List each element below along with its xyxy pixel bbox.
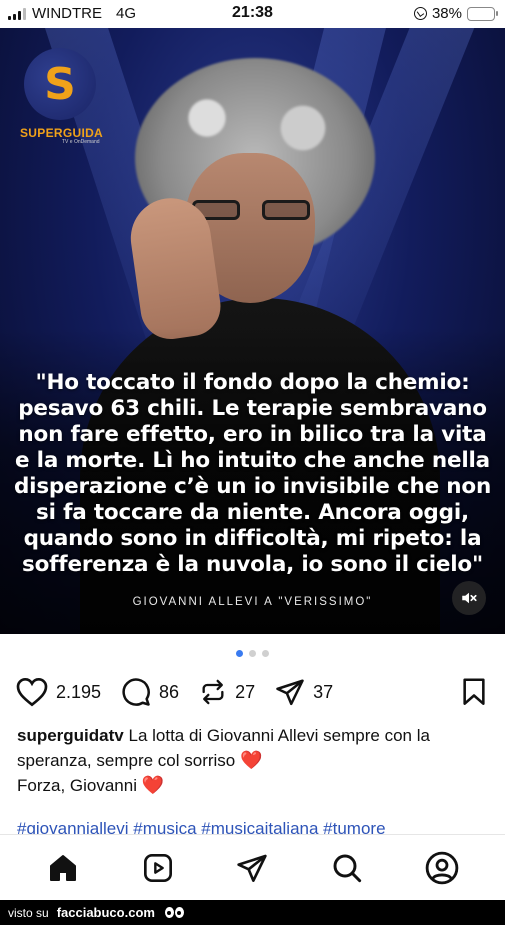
battery-percent: 38% <box>431 5 462 22</box>
nav-home[interactable] <box>43 848 83 888</box>
caption-username[interactable]: superguidatv <box>17 726 124 745</box>
quote-text: "Ho toccato il fondo dopo la chemio: pes… <box>13 370 492 577</box>
caption-line2: Forza, Giovanni <box>17 776 137 795</box>
like-button[interactable]: 2.195 <box>16 677 101 707</box>
reels-icon <box>143 853 172 882</box>
repost-count: 27 <box>235 681 256 702</box>
share-button[interactable]: 37 <box>275 677 333 707</box>
comment-count: 86 <box>159 681 180 702</box>
nav-search[interactable] <box>327 848 367 888</box>
watermark-site: facciabuco.com <box>56 905 155 920</box>
watermark-footer: visto su facciabuco.com <box>0 900 505 925</box>
post-image[interactable]: S SUPERGUIDA TV e OnDemand "Ho toccato i… <box>0 28 505 634</box>
carousel-dot <box>262 650 269 657</box>
logo-subtext: TV e OnDemand <box>62 139 100 145</box>
logo-mark: S <box>24 48 96 120</box>
save-button[interactable] <box>461 678 487 711</box>
share-count: 37 <box>313 681 334 702</box>
home-icon <box>50 854 77 881</box>
repost-icon <box>202 679 224 705</box>
logo-text: SUPERGUIDA <box>20 126 104 140</box>
quote-credit: GIOVANNI ALLEVI A "VERISSIMO" <box>132 596 373 608</box>
heart-icon <box>16 677 48 707</box>
glasses <box>192 200 310 222</box>
speaker-muted-icon <box>462 592 477 604</box>
post-caption: superguidatv La lotta di Giovanni Allevi… <box>17 724 492 798</box>
nav-profile[interactable] <box>422 848 462 888</box>
nav-reels[interactable] <box>138 848 178 888</box>
bottom-nav <box>0 834 505 900</box>
action-bar: 2.195 86 27 37 <box>16 676 491 708</box>
status-right: 38% <box>413 5 498 22</box>
caption-hashtags[interactable]: #giovanniallevi #musica #musicaitaliana … <box>17 818 492 834</box>
like-count: 2.195 <box>56 681 102 702</box>
profile-icon <box>425 851 458 884</box>
carousel-dot <box>249 650 256 657</box>
bookmark-icon <box>463 678 485 705</box>
carousel-dots <box>0 650 505 657</box>
send-icon <box>276 679 304 706</box>
nav-send[interactable] <box>232 848 272 888</box>
search-icon <box>333 854 362 882</box>
mute-button[interactable] <box>452 581 486 615</box>
repost-button[interactable]: 27 <box>199 678 255 706</box>
superguida-logo: S SUPERGUIDA TV e OnDemand <box>20 48 104 145</box>
heart-emoji: ❤️ <box>141 775 165 795</box>
orientation-lock-icon <box>413 7 427 20</box>
watermark-prefix: visto su <box>8 905 49 920</box>
carousel-dot-active <box>236 650 243 657</box>
status-bar: WINDTRE 4G 21:38 38% <box>0 0 505 28</box>
comment-icon <box>122 678 150 706</box>
battery-icon <box>467 6 498 21</box>
eyes-icon <box>164 907 184 918</box>
heart-emoji: ❤️ <box>240 750 263 770</box>
send-icon <box>237 854 268 882</box>
comment-button[interactable]: 86 <box>121 677 179 707</box>
